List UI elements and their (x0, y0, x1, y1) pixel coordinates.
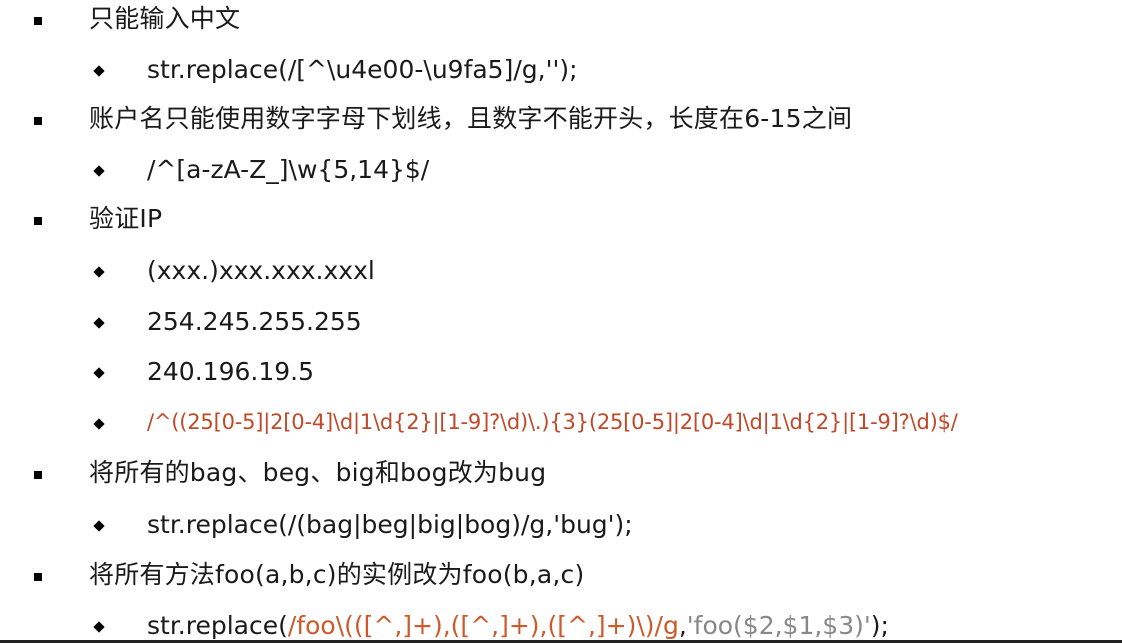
diamond-bullet-icon (93, 418, 105, 430)
code-suffix: ); (870, 611, 889, 640)
bottom-divider (0, 640, 1122, 643)
slide: 只能输入中文 str.replace(/[^\u4e00-\u9fa5]/g,'… (0, 0, 1122, 644)
item-text: str.replace(/(bag|beg|big|bog)/g,'bug'); (147, 510, 633, 539)
diamond-bullet-icon (93, 520, 105, 532)
diamond-bullet-icon (93, 65, 105, 77)
ip-regex-text: /^((25[0-5]|2[0-4]\d|1\d{2}|[1-9]?\d)\.)… (147, 410, 958, 434)
diamond-bullet-icon (93, 367, 105, 379)
square-bullet-icon (34, 17, 42, 25)
item-text: 将所有方法foo(a,b,c)的实例改为foo(b,a,c) (89, 560, 585, 589)
diamond-bullet-icon (93, 317, 105, 329)
diamond-bullet-icon (93, 621, 105, 633)
item-text: 只能输入中文 (89, 4, 241, 33)
regex-segment: /foo\(([^,]+),([^,]+),([^,]+)\)/g (287, 611, 679, 640)
diamond-bullet-icon (93, 266, 105, 278)
code-prefix: str.replace( (147, 611, 288, 640)
square-bullet-icon (34, 573, 42, 581)
square-bullet-icon (34, 471, 42, 479)
item-text: (xxx.)xxx.xxx.xxxl (147, 256, 375, 285)
item-text: 账户名只能使用数字字母下划线，且数字不能开头，长度在6-15之间 (89, 104, 853, 133)
code-comma: , (678, 611, 687, 640)
item-text: 验证IP (89, 204, 163, 233)
diamond-bullet-icon (93, 165, 105, 177)
replacement-segment: 'foo($2,$1,$3)' (686, 611, 871, 640)
item-text: 240.196.19.5 (147, 357, 314, 386)
item-text: 将所有的bag、beg、big和bog改为bug (89, 458, 547, 487)
item-text: /^[a-zA-Z_]\w{5,14}$/ (147, 155, 430, 184)
item-text: str.replace(/foo\(([^,]+),([^,]+),([^,]+… (147, 613, 889, 638)
square-bullet-icon (34, 217, 42, 225)
item-text: 254.245.255.255 (147, 307, 362, 336)
item-text: str.replace(/[^\u4e00-\u9fa5]/g,''); (147, 55, 578, 84)
square-bullet-icon (34, 117, 42, 125)
